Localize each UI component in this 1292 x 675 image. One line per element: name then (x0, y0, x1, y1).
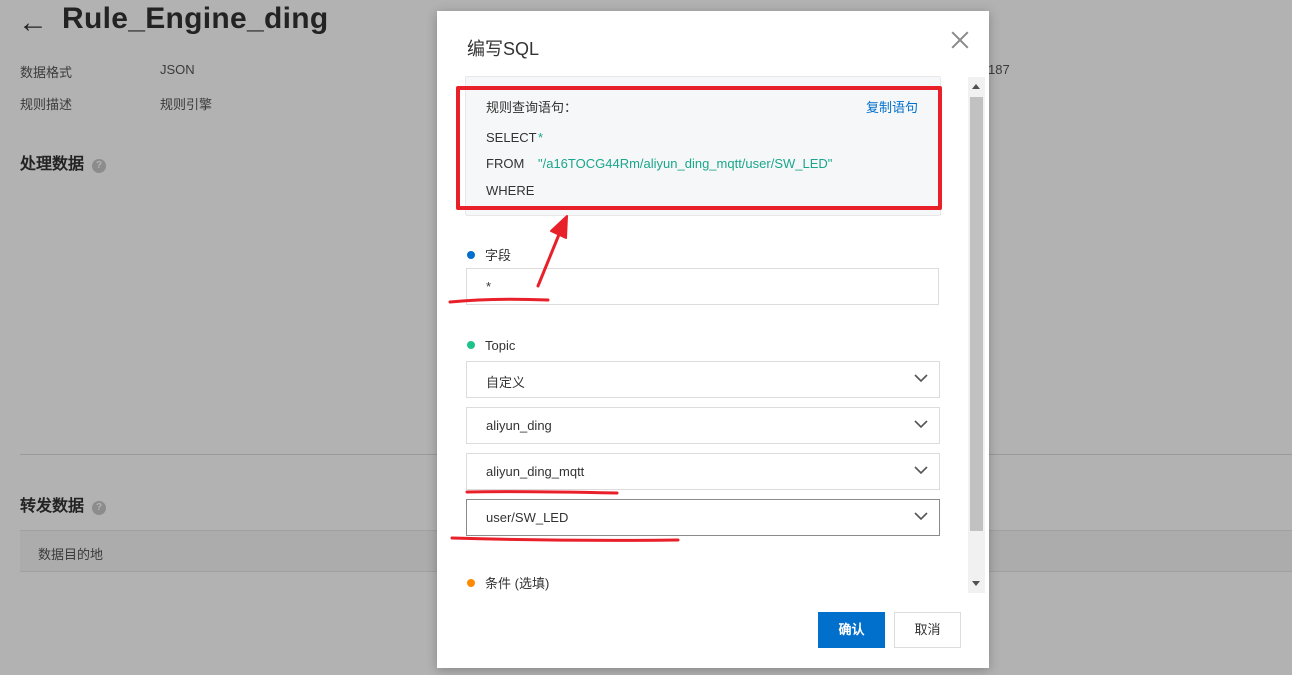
dialog-title: 编写SQL (467, 39, 540, 59)
chevron-down-icon (914, 417, 928, 429)
cancel-button[interactable]: 取消 (894, 612, 961, 648)
dialog-scrollbar[interactable] (968, 77, 985, 593)
close-icon[interactable] (949, 29, 971, 51)
scroll-down-arrow-icon[interactable] (972, 581, 980, 586)
topic-section-label: Topic (467, 338, 515, 353)
topic-type-select[interactable]: 自定义 (466, 361, 940, 398)
scroll-up-arrow-icon[interactable] (972, 84, 980, 89)
sql-where-line: WHERE (486, 183, 538, 198)
field-label-text: 字段 (485, 248, 512, 263)
field-input[interactable]: * (466, 268, 939, 305)
sql-from-line: FROM "/a16TOCG44Rm/aliyun_ding_mqtt/user/… (486, 156, 832, 171)
device-select[interactable]: aliyun_ding_mqtt (466, 453, 940, 490)
sql-select-line: SELECT* (486, 130, 543, 145)
sql-keyword: FROM (486, 156, 525, 171)
chevron-down-icon (914, 509, 928, 521)
condition-label-text: 条件 (选填) (485, 576, 550, 591)
select-value: user/SW_LED (486, 510, 569, 525)
bullet-dot-icon (467, 341, 475, 349)
topic-label-text: Topic (485, 338, 516, 353)
bullet-dot-icon (467, 579, 475, 587)
sql-preview-box: 规则查询语句： 复制语句 SELECT* FROM "/a16TOCG44Rm/a… (465, 76, 941, 216)
sql-keyword: SELECT (486, 130, 537, 145)
sql-select-value: * (538, 130, 544, 145)
confirm-button[interactable]: 确认 (818, 612, 885, 648)
select-value: aliyun_ding (486, 418, 552, 433)
chevron-down-icon (914, 371, 928, 383)
select-value: 自定义 (486, 375, 526, 390)
topic-path-select[interactable]: user/SW_LED (466, 499, 940, 536)
chevron-down-icon (914, 463, 928, 475)
sql-from-value: "/a16TOCG44Rm/aliyun_ding_mqtt/user/SW_L… (538, 156, 833, 171)
sql-keyword: WHERE (486, 183, 535, 198)
field-section-label: 字段 (467, 245, 511, 264)
write-sql-dialog: 编写SQL 规则查询语句： 复制语句 SELECT* FROM "/a16TOCG… (437, 11, 989, 668)
sql-label: 规则查询语句： (486, 100, 578, 115)
condition-section-label: 条件 (选填) (467, 573, 549, 592)
product-select[interactable]: aliyun_ding (466, 407, 940, 444)
select-value: aliyun_ding_mqtt (486, 464, 585, 479)
bullet-dot-icon (467, 251, 475, 259)
scrollbar-thumb[interactable] (970, 97, 983, 531)
copy-sql-link[interactable]: 复制语句 (866, 97, 918, 116)
